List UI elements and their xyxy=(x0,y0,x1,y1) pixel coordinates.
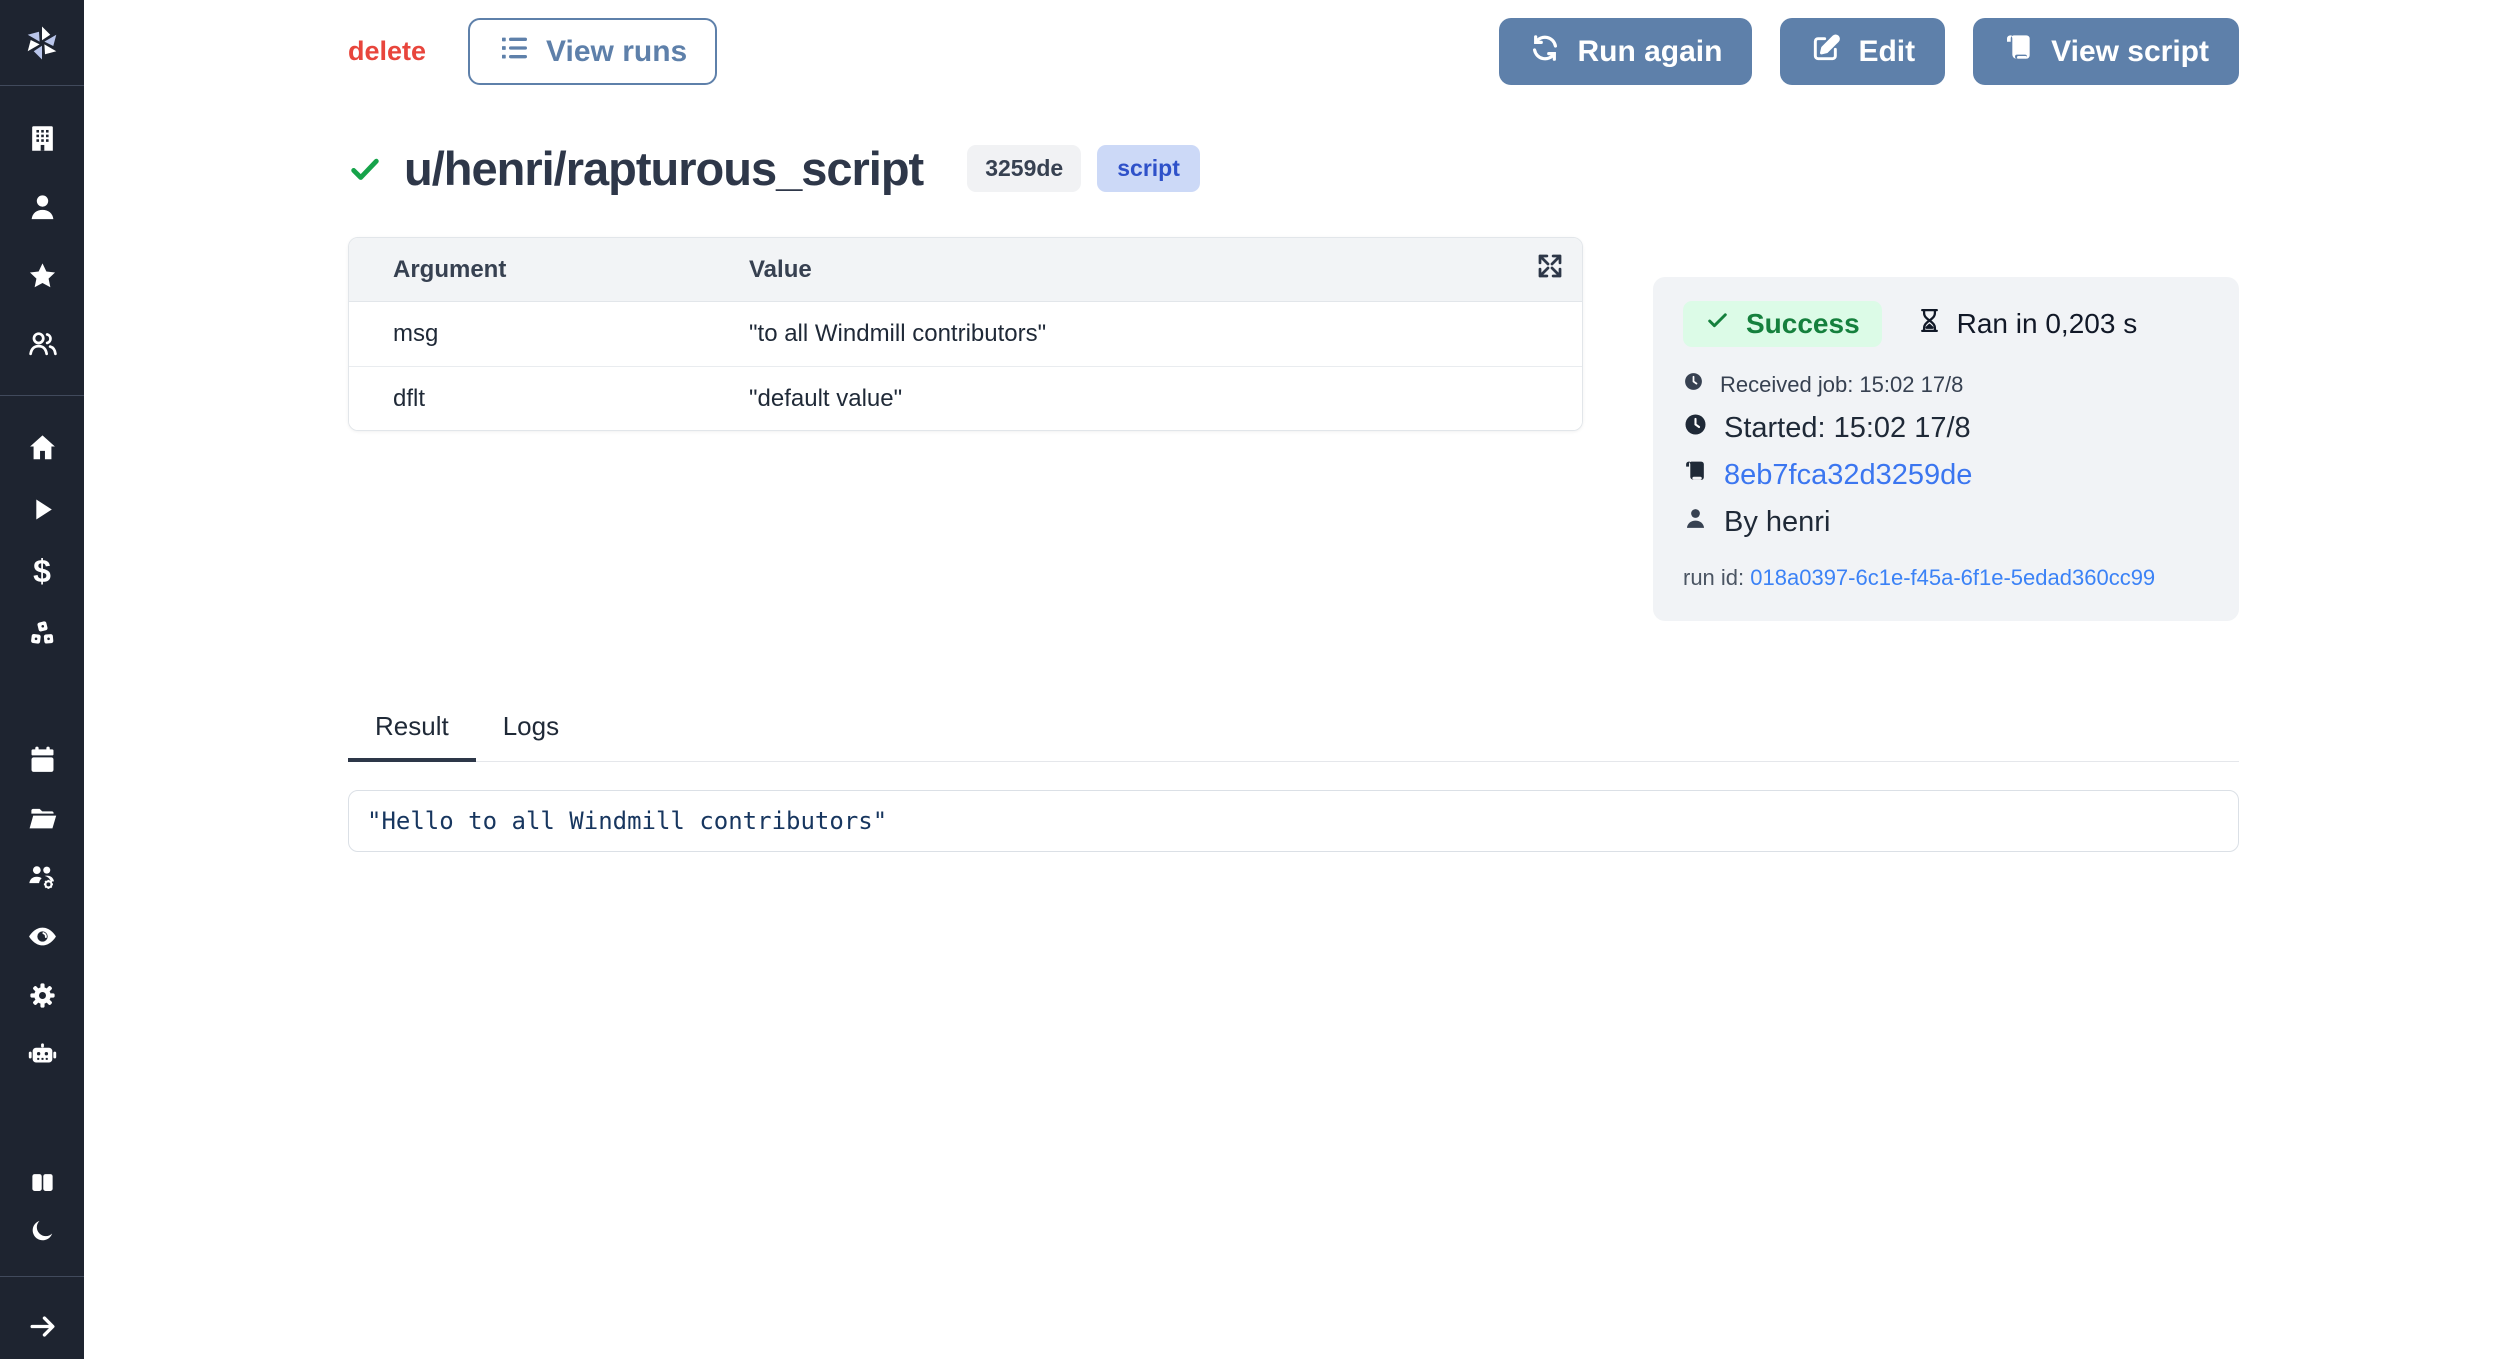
hourglass-icon xyxy=(1916,307,1943,341)
windmill-logo[interactable] xyxy=(0,0,84,86)
hash-badge[interactable]: 3259de xyxy=(967,145,1081,192)
tab-logs[interactable]: Logs xyxy=(476,711,586,762)
duration: Ran in 0,203 s xyxy=(1916,307,2138,341)
clock-icon xyxy=(1683,412,1708,445)
building-icon[interactable] xyxy=(0,114,84,162)
eye-icon[interactable] xyxy=(0,912,84,960)
arg-name: msg xyxy=(349,320,749,348)
home-icon[interactable] xyxy=(0,423,84,471)
sidebar: $ xyxy=(0,0,84,1359)
table-row: dflt "default value" xyxy=(349,366,1582,430)
status-label: Success xyxy=(1746,308,1860,340)
users-icon[interactable] xyxy=(0,319,84,367)
column-header-value: Value xyxy=(749,256,1518,284)
view-script-button[interactable]: View script xyxy=(1973,18,2239,85)
arg-name: dflt xyxy=(349,385,749,413)
arg-value: "default value" xyxy=(749,385,1582,413)
script-hash-link[interactable]: 8eb7fca32d3259de xyxy=(1724,459,1972,492)
main-content: delete View runs Run again Edit View scr… xyxy=(84,0,2500,852)
status-badge: Success xyxy=(1683,301,1882,347)
run-id-row: run id: 018a0397-6c1e-f45a-6f1e-5edad360… xyxy=(1683,565,2207,591)
duration-label: Ran in 0,203 s xyxy=(1957,308,2138,340)
run-again-label: Run again xyxy=(1577,35,1722,69)
check-icon xyxy=(1705,308,1730,340)
run-again-button[interactable]: Run again xyxy=(1499,18,1752,85)
calendar-icon[interactable] xyxy=(0,735,84,783)
arguments-table: Argument Value msg "to all Windmill xyxy=(348,237,1583,431)
star-icon[interactable] xyxy=(0,252,84,300)
edit-button[interactable]: Edit xyxy=(1780,18,1945,85)
scroll-icon xyxy=(2003,32,2035,72)
run-id-label: run id: xyxy=(1683,565,1744,590)
moon-icon[interactable] xyxy=(0,1206,84,1254)
folder-open-icon[interactable] xyxy=(0,794,84,842)
page-title: u/henri/rapturous_script xyxy=(404,141,923,196)
started-label: Started: 15:02 17/8 xyxy=(1724,412,1971,445)
gear-icon[interactable] xyxy=(0,971,84,1019)
received-row: Received job: 15:02 17/8 xyxy=(1683,371,2207,398)
script-badge[interactable]: script xyxy=(1097,145,1200,192)
view-runs-label: View runs xyxy=(546,35,687,69)
by-row: By henri xyxy=(1683,506,2207,539)
run-id-link[interactable]: 018a0397-6c1e-f45a-6f1e-5edad360cc99 xyxy=(1750,565,2155,590)
clock-icon xyxy=(1683,371,1704,398)
arg-value: "to all Windmill contributors" xyxy=(749,320,1582,348)
dollar-icon[interactable]: $ xyxy=(0,547,84,595)
table-header-row: Argument Value xyxy=(349,238,1582,302)
result-output: "Hello to all Windmill contributors" xyxy=(348,790,2239,852)
column-header-argument: Argument xyxy=(349,256,749,284)
script-hash-row: 8eb7fca32d3259de xyxy=(1683,459,2207,492)
user-icon[interactable] xyxy=(0,183,84,231)
expand-table-button[interactable] xyxy=(1518,251,1582,288)
robot-icon[interactable] xyxy=(0,1030,84,1078)
scroll-icon xyxy=(1683,459,1708,492)
table-row: msg "to all Windmill contributors" xyxy=(349,302,1582,366)
status-card: Success Ran in 0,203 s Received job: 15:… xyxy=(1653,277,2239,621)
view-runs-button[interactable]: View runs xyxy=(468,18,717,85)
users-gear-icon[interactable] xyxy=(0,853,84,901)
tab-result[interactable]: Result xyxy=(348,711,476,762)
topbar: delete View runs Run again Edit View scr… xyxy=(348,0,2239,85)
delete-button[interactable]: delete xyxy=(348,36,426,67)
edit-label: Edit xyxy=(1858,35,1915,69)
user-icon xyxy=(1683,506,1708,539)
success-check-icon xyxy=(348,152,382,186)
play-icon[interactable] xyxy=(0,485,84,533)
cubes-icon[interactable] xyxy=(0,609,84,657)
maximize-icon xyxy=(1535,251,1565,288)
result-tabs: Result Logs xyxy=(348,711,2239,762)
started-row: Started: 15:02 17/8 xyxy=(1683,412,2207,445)
arrow-right-icon[interactable] xyxy=(0,1302,84,1350)
book-icon[interactable] xyxy=(0,1158,84,1206)
received-label: Received job: 15:02 17/8 xyxy=(1720,372,1963,398)
by-label: By henri xyxy=(1724,506,1830,539)
title-row: u/henri/rapturous_script 3259de script xyxy=(348,141,2239,196)
edit-icon xyxy=(1810,32,1842,72)
refresh-icon xyxy=(1529,32,1561,72)
list-icon xyxy=(498,32,530,72)
view-script-label: View script xyxy=(2051,35,2209,69)
